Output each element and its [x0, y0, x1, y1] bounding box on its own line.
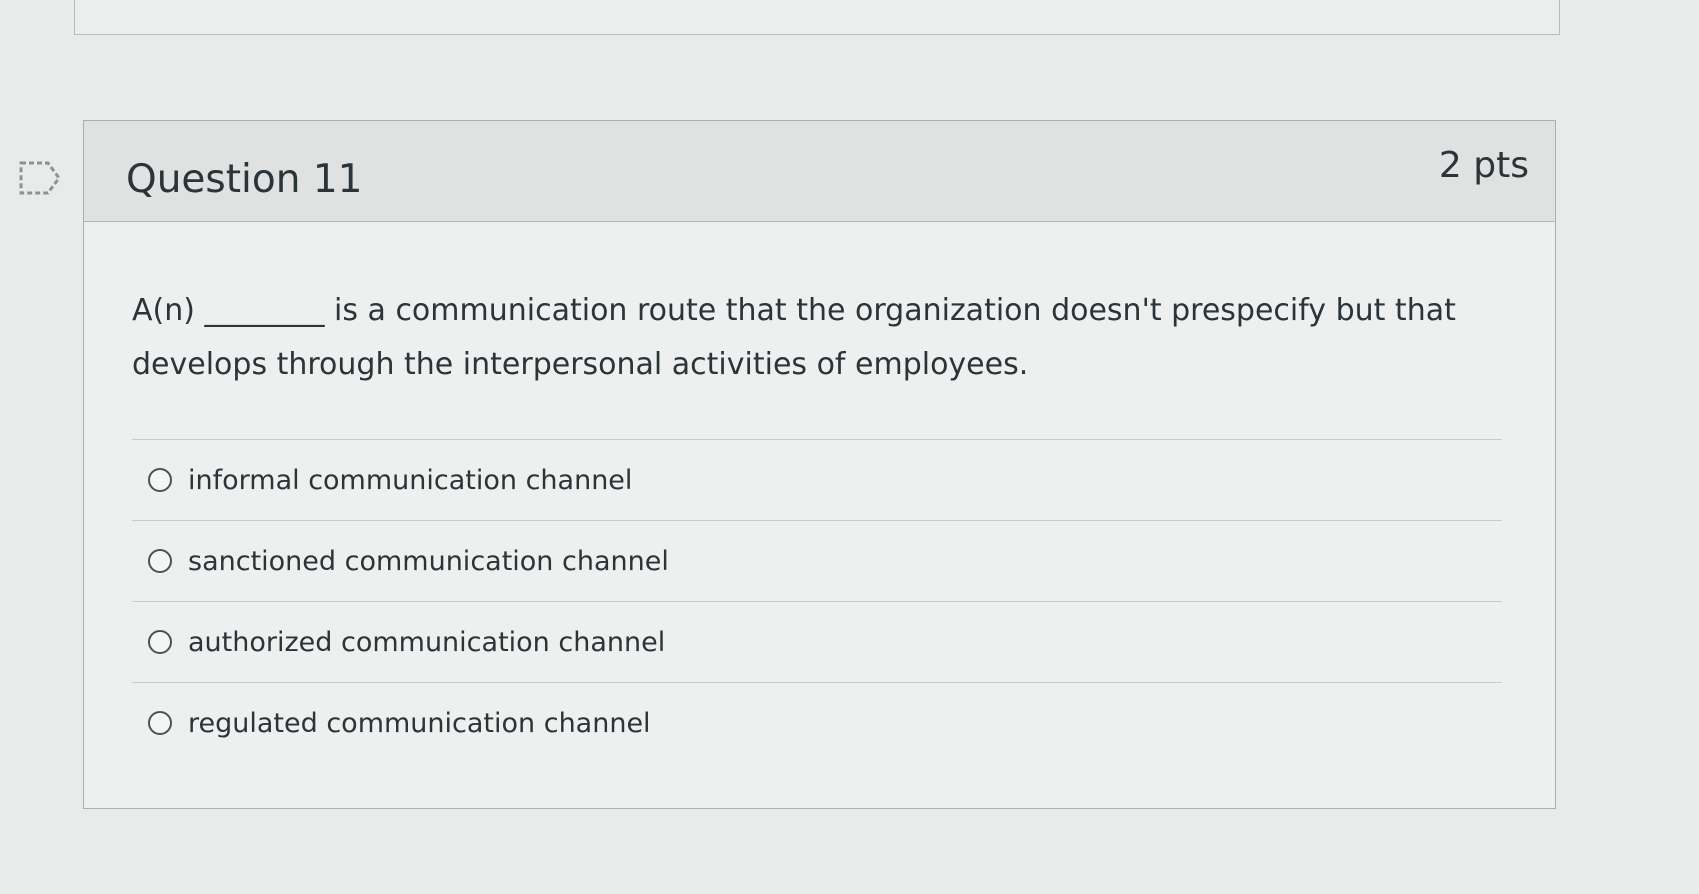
previous-question-card — [74, 0, 1560, 35]
answer-label: sanctioned communication channel — [188, 545, 669, 577]
answer-label: authorized communication channel — [188, 626, 666, 658]
answer-option[interactable]: informal communication channel — [132, 439, 1502, 520]
question-header: Question 11 2 pts — [84, 121, 1555, 222]
answer-option[interactable]: authorized communication channel — [132, 601, 1502, 682]
question-text: A(n) ________ is a communication route t… — [132, 293, 1456, 382]
answer-label: informal communication channel — [188, 464, 633, 496]
question-card: Question 11 2 pts A(n) ________ is a com… — [83, 120, 1556, 809]
question-points: 2 pts — [1438, 145, 1529, 186]
answer-option[interactable]: sanctioned communication channel — [132, 520, 1502, 601]
radio-button[interactable] — [148, 630, 172, 654]
answer-option[interactable]: regulated communication channel — [132, 682, 1502, 763]
radio-button[interactable] — [148, 549, 172, 573]
answer-list: informal communication channel sanctione… — [132, 439, 1502, 763]
answer-label: regulated communication channel — [188, 707, 651, 739]
radio-button[interactable] — [148, 468, 172, 492]
radio-button[interactable] — [148, 711, 172, 735]
flag-question-icon[interactable] — [18, 160, 62, 196]
question-title: Question 11 — [126, 157, 363, 202]
